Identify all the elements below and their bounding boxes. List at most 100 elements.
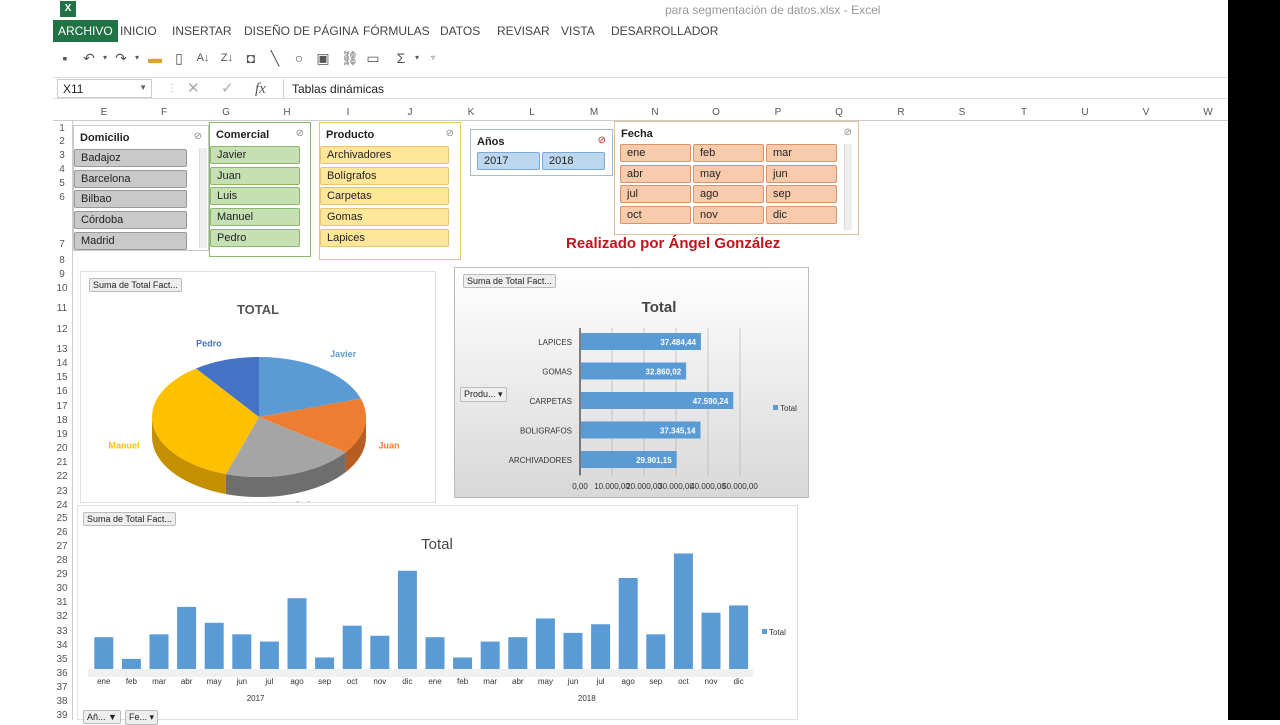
slicer-item[interactable]: Córdoba <box>74 211 187 230</box>
row-header[interactable]: 4 <box>53 164 71 175</box>
row-header[interactable]: 34 <box>53 640 71 651</box>
ribbon-tab-3[interactable]: DISEÑO DE PÁGINA <box>244 20 359 42</box>
column-header[interactable]: I <box>338 107 358 118</box>
slicer-item[interactable]: feb <box>693 144 764 162</box>
column-header[interactable]: J <box>400 107 420 118</box>
slicer-item[interactable]: Luis <box>210 187 300 206</box>
column-header[interactable]: S <box>952 107 972 118</box>
row-header[interactable]: 37 <box>53 682 71 693</box>
redo-icon[interactable]: ↷ <box>113 50 129 66</box>
oval-tool-icon[interactable]: ○ <box>291 50 307 66</box>
comment-icon[interactable]: ▭ <box>365 50 381 66</box>
slicer-item[interactable]: Gomas <box>320 208 449 227</box>
row-header[interactable]: 15 <box>53 372 71 383</box>
row-header[interactable]: 27 <box>53 541 71 552</box>
row-header[interactable]: 9 <box>53 269 71 280</box>
ribbon-tab-2[interactable]: INSERTAR <box>172 20 232 42</box>
column-header[interactable]: U <box>1075 107 1095 118</box>
cancel-icon[interactable]: ✕ <box>187 79 200 99</box>
row-header[interactable]: 1 <box>53 123 71 134</box>
column-header[interactable]: M <box>584 107 604 118</box>
insert-function-icon[interactable]: fx <box>255 79 266 99</box>
column-header[interactable]: W <box>1198 107 1218 118</box>
row-header[interactable]: 8 <box>53 255 71 266</box>
slicer-item[interactable]: oct <box>620 206 691 225</box>
slicer-item[interactable]: Badajoz <box>74 149 187 167</box>
row-header[interactable]: 31 <box>53 597 71 608</box>
column-header[interactable]: G <box>216 107 236 118</box>
autosum-icon[interactable]: Σ <box>393 50 409 66</box>
row-header[interactable]: 12 <box>53 324 71 335</box>
save-icon[interactable]: ▪ <box>57 50 73 66</box>
column-header[interactable]: Q <box>829 107 849 118</box>
clear-filter-icon[interactable]: ⊘ <box>844 127 852 138</box>
slicer-item[interactable]: Lapices <box>320 228 449 247</box>
slicer-item[interactable]: Carpetas <box>320 187 449 206</box>
slicer-item[interactable]: nov <box>693 206 764 225</box>
slicer-fecha[interactable]: Fecha ⊘ ene feb mar abr may jun jul ago sep oct no… <box>614 121 859 235</box>
slicer-item[interactable]: jul <box>620 185 691 204</box>
slicer-item[interactable]: Madrid <box>74 231 187 250</box>
slicer-item[interactable]: 2017 <box>477 152 540 170</box>
column-header[interactable]: N <box>645 107 665 118</box>
link-icon[interactable]: ⛓ <box>341 50 359 66</box>
row-header[interactable]: 11 <box>53 303 71 314</box>
ribbon-tab-7[interactable]: VISTA <box>561 20 595 42</box>
ribbon-tab-4[interactable]: FÓRMULAS <box>363 20 430 42</box>
slicer-comercial[interactable]: Comercial ⊘ Javier Juan Luis Manuel Pedro <box>209 122 311 257</box>
row-header[interactable]: 2 <box>53 136 71 147</box>
column-header[interactable]: E <box>94 107 114 118</box>
clear-filter-icon[interactable]: ⊘ <box>446 128 454 139</box>
slicer-item[interactable]: Bolígrafos <box>320 166 449 185</box>
row-header[interactable]: 33 <box>53 626 71 637</box>
slicer-item[interactable]: Javier <box>210 146 300 164</box>
slicer-item[interactable]: abr <box>620 164 691 183</box>
slicer-item[interactable]: mar <box>766 144 837 162</box>
slicer-item[interactable]: Pedro <box>210 228 300 247</box>
row-header[interactable]: 5 <box>53 178 71 189</box>
open-folder-icon[interactable]: ▬ <box>147 50 163 66</box>
row-header[interactable]: 30 <box>53 583 71 594</box>
row-header[interactable]: 28 <box>53 555 71 566</box>
slicer-producto[interactable]: Producto ⊘ Archivadores Bolígrafos Carpeta… <box>319 122 461 260</box>
year-filter-button[interactable]: Añ... ▼ <box>83 710 121 724</box>
row-header[interactable]: 14 <box>53 358 71 369</box>
column-header[interactable]: T <box>1014 107 1034 118</box>
slicer-item[interactable]: dic <box>766 206 837 225</box>
sort-descending-icon[interactable]: Z↓ <box>219 50 235 66</box>
name-box[interactable]: X11 ▼ <box>57 79 152 98</box>
row-header[interactable]: 13 <box>53 344 71 355</box>
formula-input[interactable]: Tablas dinámicas <box>283 79 1228 98</box>
row-header[interactable]: 26 <box>53 527 71 538</box>
autosum-dropdown-icon[interactable]: ▾ <box>409 50 425 66</box>
column-header[interactable]: L <box>522 107 542 118</box>
column-header[interactable]: V <box>1136 107 1156 118</box>
row-header[interactable]: 16 <box>53 386 71 397</box>
sort-ascending-icon[interactable]: A↓ <box>195 50 211 66</box>
slicer-item[interactable]: Archivadores <box>320 146 449 164</box>
ribbon-tab-5[interactable]: DATOS <box>440 20 480 42</box>
customize-toolbar-icon[interactable]: ▿ <box>425 50 441 66</box>
month-filter-button[interactable]: Fe... ▾ <box>125 710 159 725</box>
column-header[interactable]: R <box>891 107 911 118</box>
ribbon-tab-1[interactable]: INICIO <box>120 20 157 42</box>
image-icon[interactable]: ▣ <box>315 50 331 66</box>
product-bar-chart[interactable]: Suma de Total Fact... Produ... ▾ Total 0,… <box>454 267 809 498</box>
slicer-item[interactable]: jun <box>766 164 837 183</box>
row-header[interactable]: 7 <box>53 239 71 250</box>
row-header[interactable]: 29 <box>53 569 71 580</box>
pie-chart[interactable]: Suma de Total Fact... TOTALJavierJuanLui… <box>80 271 436 503</box>
clear-filter-icon[interactable]: ⊘ <box>598 135 606 146</box>
camera-icon[interactable]: ◘ <box>243 50 259 66</box>
undo-dropdown-icon[interactable]: ▾ <box>97 50 113 66</box>
chevron-down-icon[interactable]: ▼ <box>139 83 147 92</box>
ribbon-tab-6[interactable]: REVISAR <box>497 20 550 42</box>
column-header[interactable]: H <box>277 107 297 118</box>
slicer-item[interactable]: sep <box>766 185 837 204</box>
row-header[interactable]: 6 <box>53 192 71 203</box>
row-header[interactable]: 39 <box>53 710 71 721</box>
row-header[interactable]: 21 <box>53 457 71 468</box>
clear-filter-icon[interactable]: ⊘ <box>296 128 304 139</box>
new-file-icon[interactable]: ▯ <box>171 50 187 66</box>
row-header[interactable]: 35 <box>53 654 71 665</box>
